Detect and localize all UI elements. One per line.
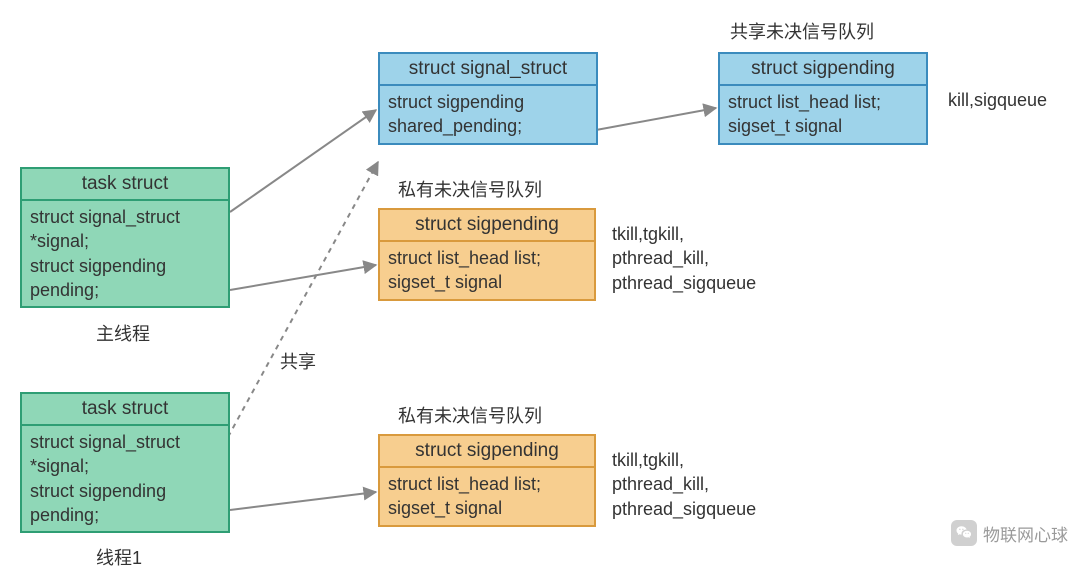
wechat-icon — [951, 520, 977, 546]
private-queue-title-2: 私有未决信号队列 — [398, 404, 542, 428]
task-struct-thread1-body: struct signal_struct *signal; struct sig… — [22, 426, 228, 531]
private-queue-title-1: 私有未决信号队列 — [398, 178, 542, 202]
shared-api-label: kill,sigqueue — [948, 88, 1047, 112]
shared-label: 共享 — [280, 350, 316, 374]
private-sigpending-2-title: struct sigpending — [380, 436, 594, 468]
main-thread-label: 主线程 — [96, 322, 150, 346]
task-struct-thread1-title: task struct — [22, 394, 228, 426]
private-sigpending-2-box: struct sigpending struct list_head list;… — [378, 434, 596, 527]
private-api-label-2: tkill,tgkill, pthread_kill, pthread_sigq… — [612, 448, 756, 521]
task-struct-main-body: struct signal_struct *signal; struct sig… — [22, 201, 228, 306]
private-sigpending-1-title: struct sigpending — [380, 210, 594, 242]
shared-sigpending-title: struct sigpending — [720, 54, 926, 86]
shared-sigpending-box: struct sigpending struct list_head list;… — [718, 52, 928, 145]
watermark: 物联网心球 — [951, 520, 1068, 546]
private-sigpending-1-body: struct list_head list; sigset_t signal — [380, 242, 594, 299]
task-struct-thread1: task struct struct signal_struct *signal… — [20, 392, 230, 533]
signal-struct-box: struct signal_struct struct sigpending s… — [378, 52, 598, 145]
signal-struct-title: struct signal_struct — [380, 54, 596, 86]
shared-sigpending-body: struct list_head list; sigset_t signal — [720, 86, 926, 143]
private-api-label-1: tkill,tgkill, pthread_kill, pthread_sigq… — [612, 222, 756, 295]
private-sigpending-1-box: struct sigpending struct list_head list;… — [378, 208, 596, 301]
task-struct-main-title: task struct — [22, 169, 228, 201]
shared-queue-title: 共享未决信号队列 — [730, 20, 874, 44]
watermark-text: 物联网心球 — [983, 521, 1068, 546]
thread1-label: 线程1 — [96, 546, 142, 570]
private-sigpending-2-body: struct list_head list; sigset_t signal — [380, 468, 594, 525]
signal-struct-body: struct sigpending shared_pending; — [380, 86, 596, 143]
task-struct-main: task struct struct signal_struct *signal… — [20, 167, 230, 308]
